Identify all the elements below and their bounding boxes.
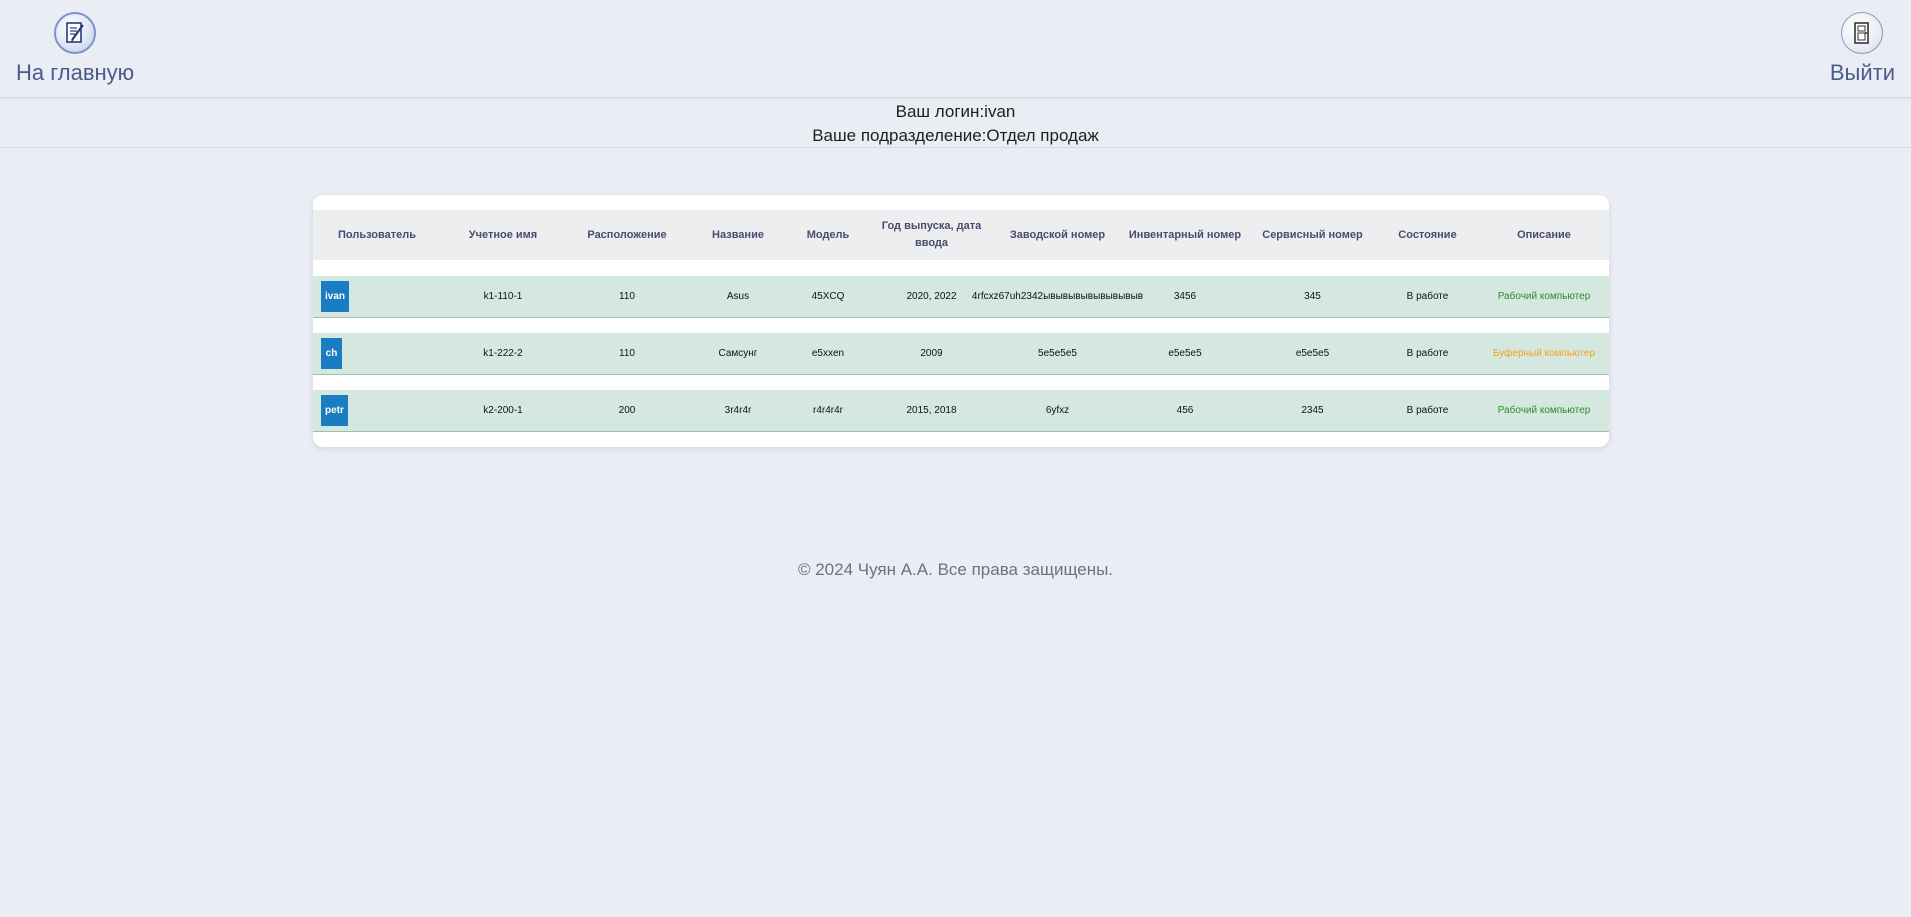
model-cell: r4r4r4r [812,405,843,416]
year-cell: 2009 [920,348,943,359]
account-cell: k2-200-1 [483,405,523,416]
header-name: Название [712,228,764,241]
status-cell: В работе [1406,291,1449,302]
login-text: Ваш логин:ivan [895,102,1016,121]
location-cell: 200 [618,405,636,416]
header-description: Описание [1517,228,1571,241]
description-cell: Буферный компьютер [1492,348,1596,359]
exit-button[interactable]: Выйти [1830,12,1895,86]
header-user: Пользователь [337,228,416,241]
account-cell: k1-222-2 [483,348,523,359]
status-cell: В работе [1406,405,1449,416]
location-cell: 110 [619,291,635,302]
name-cell: Asus [726,291,750,302]
footer-copyright: © 2024 Чуян А.А. Все права защищены. [797,560,1114,579]
header-year: Год выпуска, дата ввода [881,220,982,249]
year-cell: 2015, 2018 [906,405,957,416]
inventory-cell: 456 [1176,405,1194,416]
description-cell: Рабочий компьютер [1497,405,1591,416]
serial-cell: 5e5e5e5 [1038,348,1077,359]
service-cell: 2345 [1301,405,1324,416]
location-cell: 110 [619,348,635,359]
user-badge[interactable]: petr [321,395,348,426]
status-cell: В работе [1406,348,1449,359]
header-account: Учетное имя [468,228,538,241]
header-serial: Заводской номер [1009,228,1106,241]
account-cell: k1-110-1 [483,291,523,302]
door-exit-icon [1841,12,1884,54]
header-model: Модель [806,228,850,241]
model-cell: e5xxen [811,348,845,359]
description-cell: Рабочий компьютер [1497,291,1591,302]
user-badge[interactable]: ch [321,338,342,369]
header-status: Состояние [1398,228,1457,241]
table-row[interactable]: petr k2-200-1 200 3r4r4r r4r4r4r 2015, 2… [313,390,1609,432]
exit-button-label: Выйти [1829,60,1895,85]
equipment-table-card: Пользователь Учетное имя Расположение На… [313,195,1609,447]
inventory-cell: e5e5e5 [1168,348,1202,359]
top-navigation-bar: На главную Выйти [0,0,1911,98]
table-header: Пользователь Учетное имя Расположение На… [313,210,1609,260]
edit-document-icon [54,12,97,54]
header-location: Расположение [587,228,667,241]
table-row[interactable]: ivan k1-110-1 110 Asus 45XCQ 2020, 2022 … [313,276,1609,318]
department-text: Ваше подразделение:Отдел продаж [812,126,1099,145]
service-cell: e5e5e5 [1295,348,1330,359]
serial-cell: 6yfxz [1045,405,1070,416]
header-inventory: Инвентарный номер [1128,228,1242,241]
user-info-panel: Ваш логин:ivan Ваше подразделение:Отдел … [0,99,1911,148]
name-cell: Самсунг [718,348,758,359]
table-row[interactable]: ch k1-222-2 110 Самсунг e5xxen 2009 5e5e… [313,333,1609,375]
inventory-cell: 3456 [1173,291,1197,302]
header-service: Сервисный номер [1262,228,1363,241]
service-cell: 345 [1304,291,1321,302]
serial-cell: 4rfcxz67uh2342ывывывывывывывыв [971,291,1144,302]
home-button-label: На главную [16,60,135,85]
name-cell: 3r4r4r [724,405,752,416]
model-cell: 45XCQ [811,291,845,302]
user-badge[interactable]: ivan [321,281,350,312]
home-button[interactable]: На главную [16,12,134,86]
